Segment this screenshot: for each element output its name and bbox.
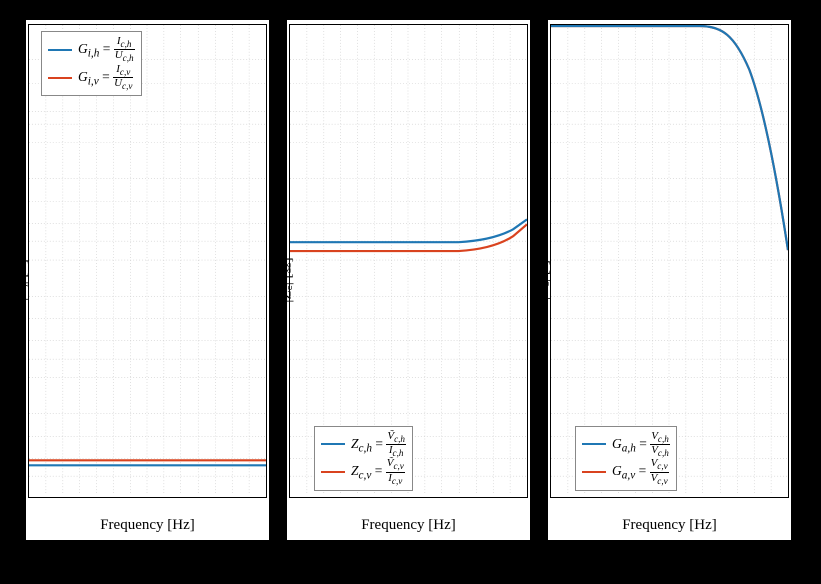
panel-ga: |Gₐ| [-]: [548, 20, 791, 540]
legend-label: Ga,h = Vc,hṼc,h: [612, 431, 670, 459]
legend-2: Zc,h = Ṽc,hIc,h Zc,v = Ṽc,vIc,v: [314, 426, 413, 491]
legend-row: Zc,v = Ṽc,vIc,v: [321, 458, 406, 486]
legend-label: Zc,v = Ṽc,vIc,v: [351, 458, 405, 486]
swatch-icon: [321, 471, 345, 473]
legend-label: Gi,h = Ic,hUc,h: [78, 36, 135, 64]
panel-gi: |Gᵢ| [S]: [26, 20, 269, 540]
xlabel-1: Frequency [Hz]: [26, 517, 269, 534]
xlabel-3: Frequency [Hz]: [548, 517, 791, 534]
swatch-icon: [48, 49, 72, 51]
legend-3: Ga,h = Vc,hṼc,h Ga,v = Vc,vṼc,v: [575, 426, 677, 491]
legend-label: Gi,v = Ic,vUc,v: [78, 64, 133, 92]
legend-row: Gi,h = Ic,hUc,h: [48, 36, 135, 64]
series-zch: [290, 219, 527, 242]
series-gav: [551, 26, 788, 250]
swatch-icon: [582, 443, 606, 445]
swatch-icon: [48, 77, 72, 79]
series-gah: [551, 26, 788, 250]
legend-row: Gi,v = Ic,vUc,v: [48, 64, 135, 92]
plot-area-3: 100 102 104 106 Ga,h = Vc,hṼc,h Ga,v = V…: [550, 24, 789, 498]
plots-row: |Gᵢ| [S]: [26, 20, 791, 540]
swatch-icon: [321, 443, 345, 445]
swatch-icon: [582, 471, 606, 473]
xlabel-2: Frequency [Hz]: [287, 517, 530, 534]
legend-label: Ga,v = Vc,vṼc,v: [612, 458, 669, 486]
plot-area-2: 100 102 104 106 Zc,h = Ṽc,hIc,h Zc,v = Ṽ…: [289, 24, 528, 498]
legend-row: Ga,h = Vc,hṼc,h: [582, 431, 670, 459]
legend-row: Ga,v = Vc,vṼc,v: [582, 458, 670, 486]
panel-zc: |Z꜀| [Ω]: [287, 20, 530, 540]
legend-label: Zc,h = Ṽc,hIc,h: [351, 431, 406, 459]
plot-area-1: 100 102 104 106 Gi,h = Ic,hUc,h Gi,v = I…: [28, 24, 267, 498]
legend-1: Gi,h = Ic,hUc,h Gi,v = Ic,vUc,v: [41, 31, 142, 96]
legend-row: Zc,h = Ṽc,hIc,h: [321, 431, 406, 459]
